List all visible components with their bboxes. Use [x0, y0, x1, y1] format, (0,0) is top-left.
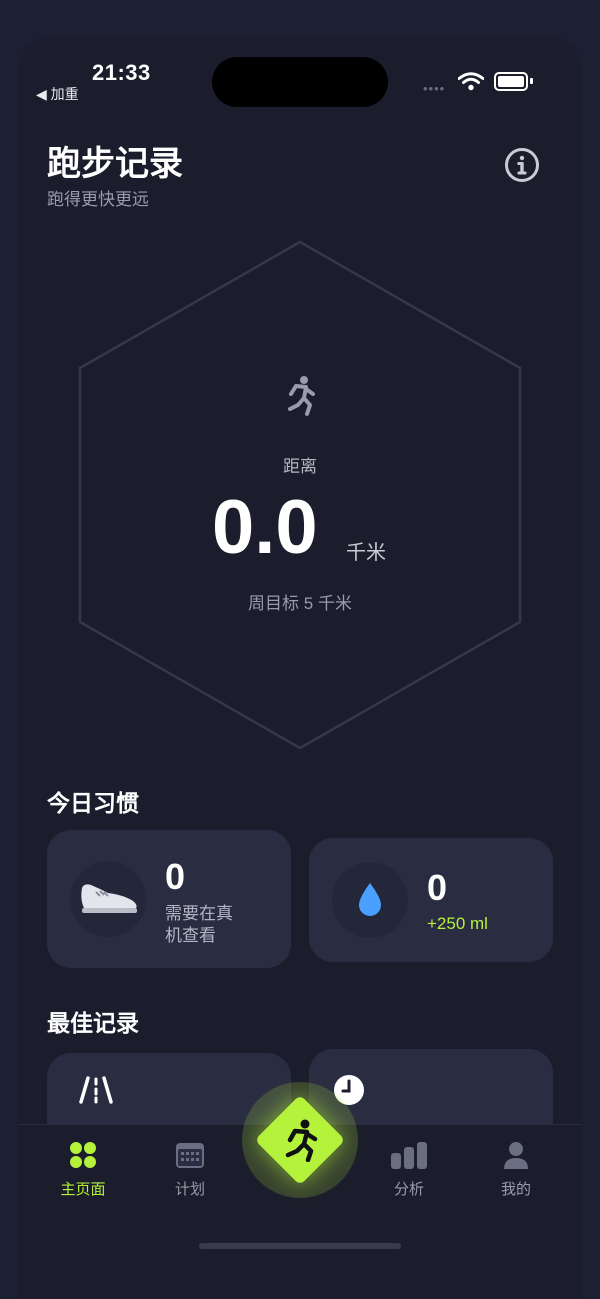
tab-plan-label: 计划	[174, 1181, 205, 1198]
road-icon	[79, 1076, 113, 1104]
tab-home[interactable]: 主页面	[43, 1141, 123, 1199]
tab-analysis-label: 分析	[393, 1181, 424, 1198]
distance-unit: 千米	[346, 542, 386, 564]
status-time: 21:33	[92, 60, 151, 85]
wifi-icon	[458, 72, 484, 91]
running-icon	[288, 376, 315, 416]
shoe-icon	[81, 884, 137, 913]
bar-chart-icon	[391, 1142, 427, 1169]
calendar-icon	[176, 1143, 204, 1168]
steps-desc-line1: 需要在真	[165, 904, 233, 923]
steps-value: 0	[165, 856, 186, 897]
tab-home-label: 主页面	[60, 1181, 106, 1198]
dynamic-island	[212, 57, 388, 107]
cellular-signal-icon: ••••	[423, 81, 446, 96]
tab-profile[interactable]: 我的	[476, 1141, 556, 1199]
info-icon[interactable]	[504, 147, 540, 183]
page-title: 跑步记录	[47, 145, 183, 183]
water-drop-icon	[359, 883, 381, 916]
distance-value: 0.0	[212, 485, 318, 570]
tab-profile-label: 我的	[500, 1181, 531, 1198]
habits-section-title: 今日习惯	[47, 790, 139, 816]
steps-desc-line2: 机查看	[165, 926, 216, 945]
weekly-goal: 周目标 5 千米	[248, 594, 352, 613]
run-icon[interactable]	[280, 1118, 320, 1162]
battery-tip	[530, 78, 533, 84]
page-subtitle: 跑得更快更远	[47, 190, 149, 209]
records-section-title: 最佳记录	[47, 1010, 139, 1036]
add-water-button[interactable]: +250 ml	[427, 914, 488, 934]
grid-icon	[70, 1142, 96, 1168]
tab-plan[interactable]: 计划	[150, 1141, 230, 1199]
tab-analysis[interactable]: 分析	[369, 1141, 449, 1199]
water-value: 0	[427, 867, 448, 908]
back-to-app-link[interactable]: ◀ 加重	[36, 84, 79, 104]
battery-icon	[494, 72, 528, 91]
home-indicator	[199, 1243, 401, 1249]
person-icon	[504, 1142, 528, 1169]
distance-label: 距离	[283, 457, 317, 476]
